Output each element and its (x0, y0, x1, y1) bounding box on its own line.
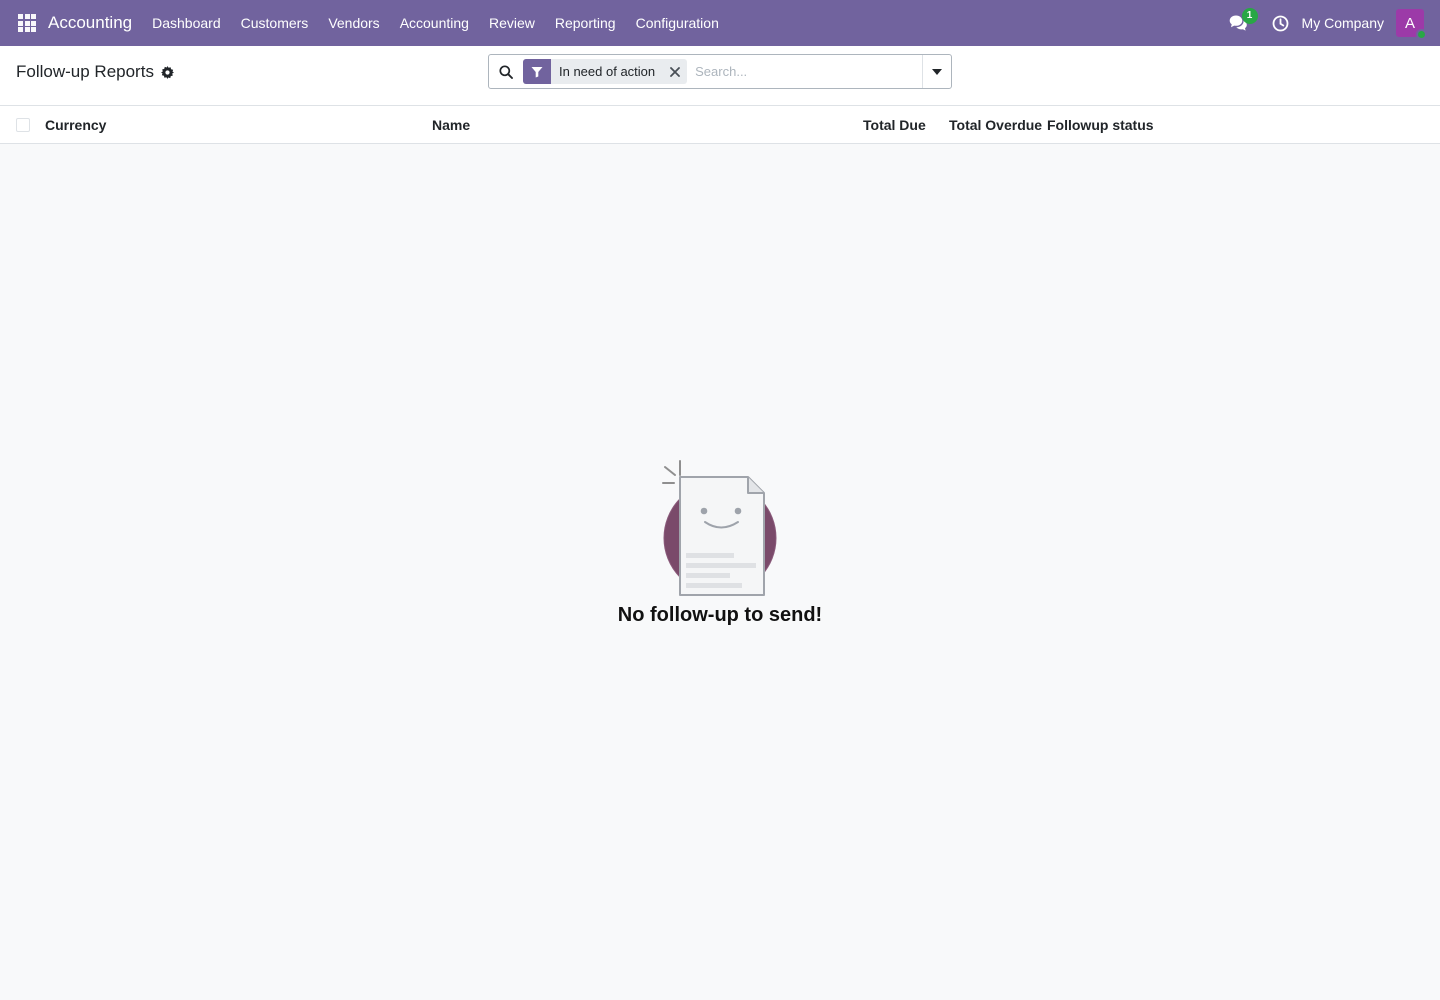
gear-icon (160, 65, 174, 79)
search-icon[interactable] (491, 64, 521, 79)
online-status-dot (1416, 29, 1427, 40)
chat-counter-badge: 1 (1241, 8, 1258, 24)
top-navbar: Accounting Dashboard Customers Vendors A… (0, 0, 1440, 46)
avatar-letter: A (1404, 14, 1415, 32)
menu-item-dashboard[interactable]: Dashboard (142, 0, 231, 46)
column-header-total-overdue[interactable]: Total Overdue (949, 106, 1042, 144)
messaging-button[interactable]: 1 (1226, 0, 1258, 46)
search-options-toggle[interactable] (923, 55, 951, 88)
column-header-followup-status[interactable]: Followup status (1047, 106, 1154, 144)
column-header-currency[interactable]: Currency (45, 106, 106, 144)
control-panel: Follow-up Reports In need of action (0, 46, 1440, 106)
close-icon (670, 66, 681, 77)
main-menu: Dashboard Customers Vendors Accounting R… (142, 0, 729, 46)
search-input[interactable] (687, 56, 922, 87)
search-bar: In need of action (488, 54, 952, 89)
apps-menu-button[interactable] (8, 0, 46, 46)
facet-label: In need of action (559, 64, 656, 79)
menu-item-vendors[interactable]: Vendors (318, 0, 389, 46)
user-avatar[interactable]: A (1396, 9, 1427, 40)
navbar-systray: 1 My Company A (1226, 0, 1440, 46)
caret-down-icon (932, 68, 942, 75)
select-all-checkbox[interactable] (16, 118, 30, 132)
remove-facet-button[interactable] (663, 59, 687, 84)
breadcrumb: Follow-up Reports (16, 62, 174, 82)
menu-item-configuration[interactable]: Configuration (626, 0, 729, 46)
list-header: Currency Name Total Due Total Overdue Fo… (0, 106, 1440, 144)
empty-document-illustration (662, 460, 777, 596)
grid-icon (18, 14, 36, 32)
company-switcher[interactable]: My Company (1302, 15, 1384, 31)
menu-item-customers[interactable]: Customers (231, 0, 319, 46)
clock-icon (1272, 15, 1289, 31)
empty-state-message: No follow-up to send! (617, 604, 823, 626)
app-name[interactable]: Accounting (48, 13, 132, 33)
column-header-name[interactable]: Name (432, 106, 470, 144)
column-header-total-due[interactable]: Total Due (863, 106, 926, 144)
activity-button[interactable] (1270, 0, 1292, 46)
menu-item-accounting[interactable]: Accounting (390, 0, 479, 46)
page-title: Follow-up Reports (16, 62, 154, 81)
filter-icon (523, 59, 551, 84)
search-facet: In need of action (523, 59, 688, 84)
menu-item-review[interactable]: Review (479, 0, 545, 46)
empty-state: No follow-up to send! (0, 455, 1440, 627)
menu-item-reporting[interactable]: Reporting (545, 0, 626, 46)
action-settings-button[interactable] (160, 65, 174, 79)
